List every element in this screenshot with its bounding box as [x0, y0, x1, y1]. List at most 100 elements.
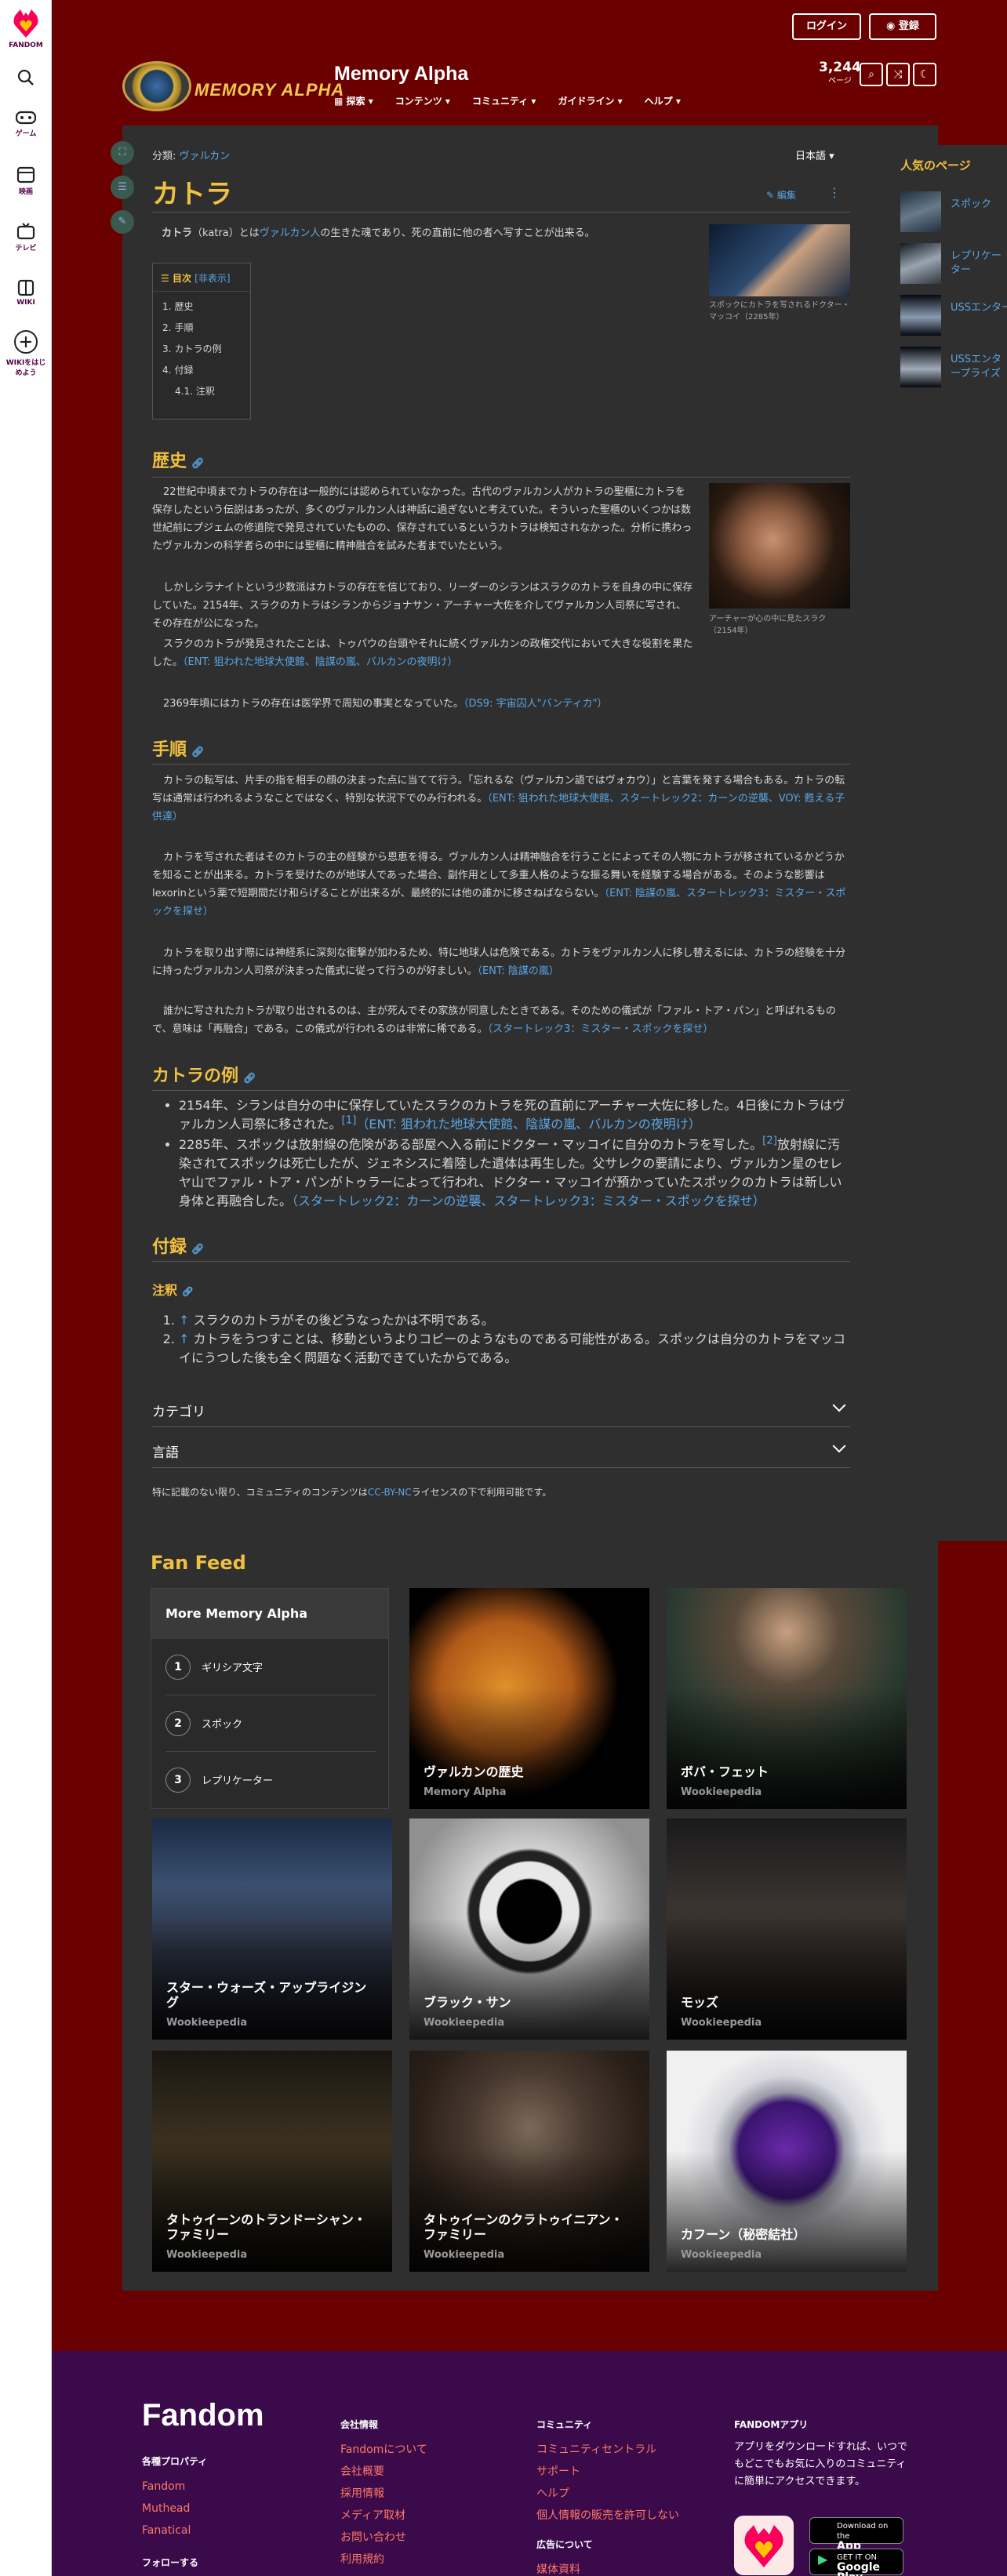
footer-link[interactable]: 個人情報の販売を許可しない — [536, 2505, 679, 2527]
fan-feed-card[interactable]: ボバ・フェット Wookieepedia — [667, 1588, 907, 1809]
link-icon[interactable]: 🔗︎ — [191, 458, 205, 470]
categories-collapsible[interactable]: カテゴリ — [152, 1386, 850, 1427]
footer-link[interactable]: 会社概要 — [340, 2461, 427, 2483]
toc-label: カトラの例 — [174, 343, 222, 354]
wiki-title[interactable]: Memory Alpha — [334, 63, 468, 85]
episode-reference-link[interactable]: （ENT: 陰謀の嵐） — [477, 965, 558, 977]
plus-circle-icon — [14, 330, 38, 354]
popular-page-item[interactable]: スポック — [900, 191, 1007, 232]
theme-toggle-button[interactable]: ☾ — [913, 63, 936, 86]
footer-link[interactable]: コミュニティセントラル — [536, 2439, 679, 2461]
footer-link[interactable]: メディア取材 — [340, 2505, 427, 2527]
footer-fandom-logo[interactable]: Fandom — [142, 2398, 264, 2433]
license-link[interactable]: CC-BY-NC — [368, 1487, 412, 1498]
episode-reference-link[interactable]: （ENT: 狙われた地球大使館、陰謀の嵐、バルカンの夜明け） — [356, 1117, 700, 1132]
signup-button[interactable]: ◉ 登録 — [869, 13, 936, 40]
toc-header: ☰ 目次 [非表示] — [153, 263, 250, 292]
toc-item[interactable]: 2. 手順 — [153, 318, 250, 339]
nav-guidelines[interactable]: ガイドライン ▾ — [558, 94, 622, 107]
mccoy-katra-image[interactable] — [709, 224, 850, 296]
nav-community[interactable]: コミュニティ ▾ — [472, 94, 536, 107]
card-title: タトゥイーンのクラトゥイニアン・ファミリー — [424, 2212, 623, 2242]
footer-link[interactable]: お問い合わせ — [340, 2527, 427, 2549]
fandom-app-icon[interactable] — [734, 2516, 794, 2575]
episode-reference-link[interactable]: （ENT: 狙われた地球大使館、陰謀の嵐、バルカンの夜明け） — [183, 656, 457, 668]
toc-icon[interactable]: ☰ — [111, 176, 134, 199]
nav-label: ガイドライン — [558, 96, 615, 107]
heading-divider — [152, 764, 850, 765]
memory-alpha-badge-icon[interactable] — [122, 61, 191, 111]
more-wiki-title: More Memory Alpha — [151, 1589, 388, 1639]
vulcan-link[interactable]: ヴァルカン人 — [260, 227, 321, 239]
rail-search[interactable] — [0, 69, 52, 86]
fan-feed-card[interactable]: タトゥイーンのトランドーシャン・ファミリー Wookieepedia — [152, 2051, 392, 2272]
search-button[interactable]: ⌕ — [860, 63, 883, 86]
more-wiki-item[interactable]: 2 スポック — [165, 1695, 376, 1752]
footer-link[interactable]: 利用規約 — [340, 2549, 427, 2571]
footnote-link[interactable]: [2] — [762, 1135, 777, 1147]
episode-reference-link[interactable]: （DS9: 宇宙囚人"バンティカ"） — [464, 698, 607, 710]
nav-explore[interactable]: ▦ 探索 ▾ — [334, 94, 373, 107]
surak-image[interactable] — [709, 483, 850, 609]
language-selector[interactable]: 日本語 ▾ — [795, 147, 834, 162]
fandom-logo-link[interactable]: FANDOM — [0, 8, 52, 49]
random-page-button[interactable]: ⤨ — [886, 63, 910, 86]
more-actions-icon[interactable]: ⋮ — [828, 185, 841, 200]
footer-link[interactable]: サポート — [536, 2461, 679, 2483]
footer-link[interactable]: 媒体資料 — [536, 2559, 679, 2576]
rail-item-label: ゲーム — [15, 130, 37, 138]
nav-help[interactable]: ヘルプ ▾ — [645, 94, 681, 107]
category-link[interactable]: ヴァルカン — [180, 151, 231, 162]
toc-item[interactable]: 1. 歴史 — [153, 296, 250, 318]
google-play-button[interactable]: ▶ GET IT ON Google Play — [809, 2549, 903, 2576]
rail-item-movies[interactable]: 映画 — [0, 166, 52, 196]
notes-list: ↑ スラクのカトラがその後どうなったかは不明である。 ↑ カトラをうつすことは、… — [179, 1310, 850, 1366]
toc-item[interactable]: 4.1. 注釈 — [153, 381, 250, 402]
link-icon[interactable]: 🔗︎ — [182, 1286, 194, 1297]
toc-hide-toggle[interactable]: [非表示] — [194, 273, 230, 284]
backlink-icon[interactable]: ↑ — [179, 1313, 189, 1328]
rail-start-wiki[interactable]: WIKIをはじめよう — [0, 329, 52, 377]
link-icon[interactable]: 🔗︎ — [191, 1244, 205, 1255]
expand-icon[interactable]: ⛶ — [111, 141, 134, 165]
edit-tool-icon[interactable]: ✎ — [111, 210, 134, 234]
rail-item-games[interactable]: ゲーム — [0, 110, 52, 138]
popular-page-item[interactable]: USSエンタープライズ — [900, 295, 1007, 336]
rail-item-tv[interactable]: テレビ — [0, 223, 52, 253]
backlink-icon[interactable]: ↑ — [179, 1332, 189, 1346]
footer-link[interactable]: 採用情報 — [340, 2483, 427, 2505]
login-button[interactable]: ログイン — [792, 13, 861, 40]
fan-feed-card[interactable]: モッズ Wookieepedia — [667, 1818, 907, 2040]
episode-reference-link[interactable]: （スタートレック2：カーンの逆襲、スタートレック3：ミスター・スポックを探せ） — [292, 1194, 765, 1208]
more-wiki-item[interactable]: 1 ギリシア文字 — [165, 1639, 376, 1695]
wiki-nav: ▦ 探索 ▾ コンテンツ ▾ コミュニティ ▾ ガイドライン ▾ ヘルプ ▾ — [334, 94, 681, 107]
heading-text: 歴史 — [152, 452, 187, 471]
languages-collapsible[interactable]: 言語 — [152, 1427, 850, 1468]
link-icon[interactable]: 🔗︎ — [191, 747, 205, 758]
license-notice: 特に記載のない限り、コミュニティのコンテンツはCC-BY-NCライセンスの下で利… — [152, 1485, 551, 1499]
popular-page-item[interactable]: レプリケーター — [900, 243, 1007, 284]
edit-button[interactable]: ✎ 編集 — [766, 188, 796, 202]
toc-item[interactable]: 3. カトラの例 — [153, 339, 250, 360]
app-store-button[interactable]: Download on the App Store — [809, 2517, 903, 2562]
fan-feed-card[interactable]: タトゥイーンのクラトゥイニアン・ファミリー Wookieepedia — [409, 2051, 649, 2272]
wiki-header: MEMORY ALPHA Memory Alpha ▦ 探索 ▾ コンテンツ ▾… — [122, 56, 938, 127]
wiki-logo-text[interactable]: MEMORY ALPHA — [194, 80, 344, 100]
link-icon[interactable]: 🔗︎ — [243, 1073, 256, 1085]
nav-content[interactable]: コンテンツ ▾ — [395, 94, 450, 107]
more-wiki-item[interactable]: 3 レプリケーター — [165, 1752, 376, 1808]
fan-feed-card[interactable]: ヴァルカンの歴史 Memory Alpha — [409, 1588, 649, 1809]
popular-page-item[interactable]: USSエンタープライズ (NCC-1701-D) — [900, 347, 1007, 387]
footer-link[interactable]: Fandomについて — [340, 2439, 427, 2461]
footer-link[interactable]: Fanatical — [142, 2520, 207, 2541]
fan-feed-card[interactable]: ブラック・サン Wookieepedia — [409, 1818, 649, 2040]
fan-feed-card[interactable]: カフーン（秘密結社） Wookieepedia — [667, 2051, 907, 2272]
episode-reference-link[interactable]: （スタートレック3：ミスター・スポックを探せ） — [488, 1023, 714, 1035]
footer-link[interactable]: ヘルプ — [536, 2483, 679, 2505]
footer-link[interactable]: Fandom — [142, 2476, 207, 2498]
footnote-link[interactable]: [1] — [342, 1115, 357, 1127]
fan-feed-card[interactable]: スター・ウォーズ・アップライジング Wookieepedia — [152, 1818, 392, 2040]
footer-link[interactable]: Muthead — [142, 2498, 207, 2520]
toc-item[interactable]: 4. 付録 — [153, 360, 250, 381]
rail-item-wiki[interactable]: WIKI — [0, 279, 52, 307]
